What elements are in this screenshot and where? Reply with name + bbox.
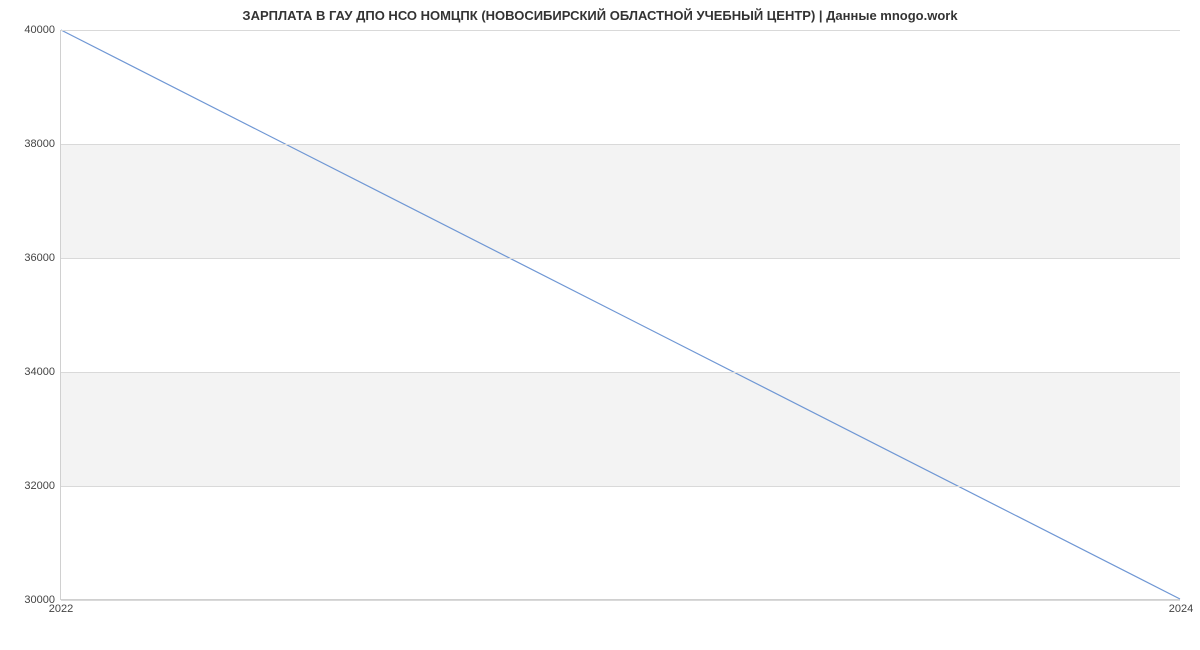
- x-tick-label: 2022: [49, 599, 73, 615]
- y-tick-label: 34000: [24, 366, 61, 378]
- gridline: [61, 30, 1180, 31]
- chart-title: ЗАРПЛАТА В ГАУ ДПО НСО НОМЦПК (НОВОСИБИР…: [0, 0, 1200, 23]
- line-layer: [61, 30, 1180, 599]
- gridline: [61, 258, 1180, 259]
- y-tick-label: 38000: [24, 138, 61, 150]
- x-tick-label: 2024: [1169, 599, 1193, 615]
- gridline: [61, 600, 1180, 601]
- gridline: [61, 486, 1180, 487]
- gridline: [61, 144, 1180, 145]
- gridline: [61, 372, 1180, 373]
- series-line: [61, 30, 1180, 599]
- y-tick-label: 40000: [24, 24, 61, 36]
- plot-area: 30000320003400036000380004000020222024: [60, 30, 1180, 600]
- y-tick-label: 32000: [24, 480, 61, 492]
- y-tick-label: 36000: [24, 252, 61, 264]
